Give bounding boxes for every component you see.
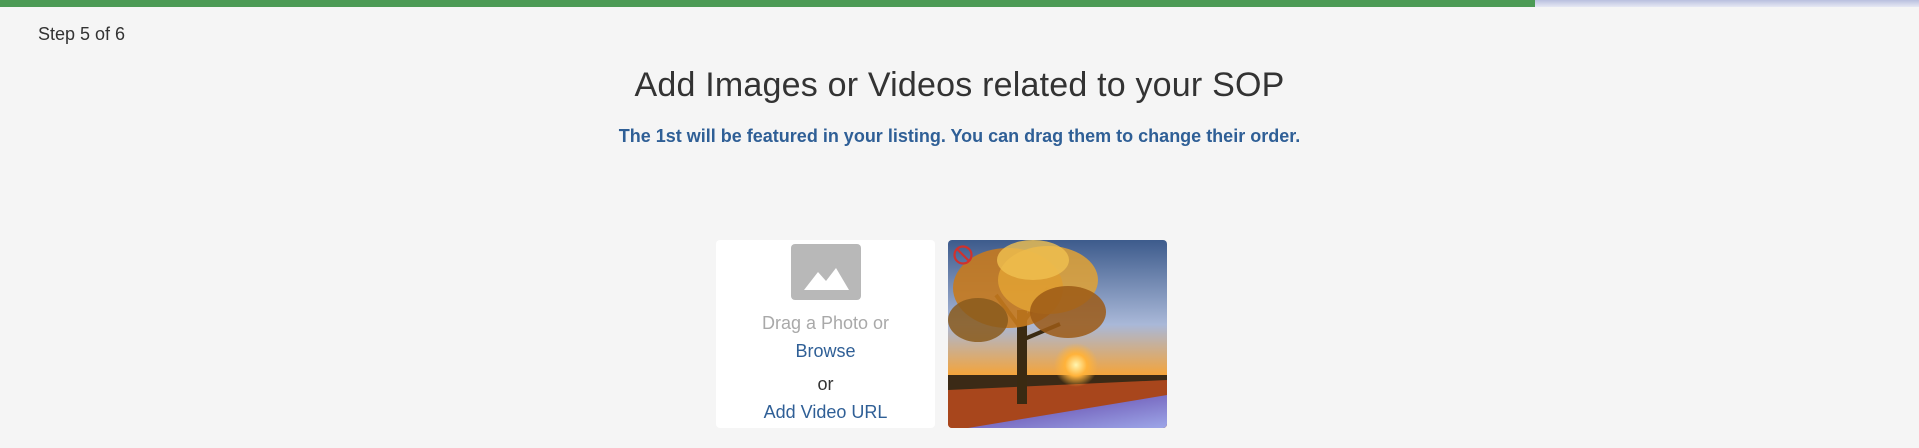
remove-icon[interactable] <box>952 244 974 266</box>
progress-fill <box>0 0 1536 7</box>
progress-bar <box>0 0 1919 7</box>
tree-sunset-thumbnail <box>948 240 1167 428</box>
step-indicator: Step 5 of 6 <box>38 24 126 44</box>
or-separator: or <box>817 374 834 394</box>
media-upload-dropzone[interactable]: Drag a Photo or Browse or Add Video URL <box>716 240 935 428</box>
page-title: Add Images or Videos related to your SOP <box>634 66 1285 104</box>
page-subtitle: The 1st will be featured in your listing… <box>618 126 1301 146</box>
add-video-url-link[interactable]: Add Video URL <box>716 402 935 423</box>
browse-link[interactable]: Browse <box>716 341 935 362</box>
media-thumbnail[interactable] <box>948 240 1167 428</box>
image-placeholder-icon <box>791 244 861 300</box>
drag-photo-text: Drag a Photo or <box>761 313 890 333</box>
